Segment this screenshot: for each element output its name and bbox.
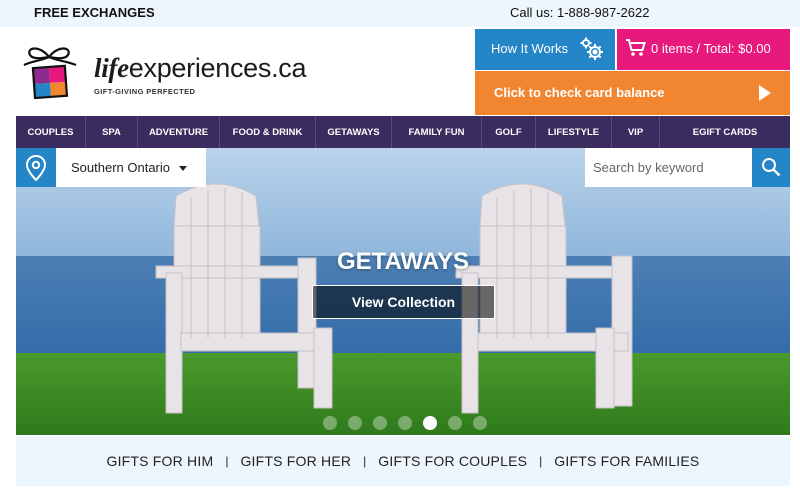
gifts-for-couples-link[interactable]: GIFTS FOR COUPLES bbox=[378, 453, 527, 469]
logo-wordmark: lifeexperiences.ca bbox=[94, 53, 307, 83]
view-collection-button[interactable]: View Collection bbox=[312, 285, 495, 319]
location-pin-icon bbox=[26, 155, 46, 181]
nav-item-spa[interactable]: SPA bbox=[86, 116, 138, 148]
location-pin-button bbox=[16, 148, 56, 187]
nav-item-vip[interactable]: VIP bbox=[612, 116, 660, 148]
location-value: Southern Ontario bbox=[71, 160, 171, 175]
gears-icon bbox=[580, 37, 603, 60]
gift-box-icon bbox=[23, 47, 77, 99]
search-input[interactable]: Search by keyword bbox=[593, 160, 704, 175]
check-balance-button[interactable]: Click to check card balance bbox=[475, 71, 790, 115]
nav-item-adventure[interactable]: ADVENTURE bbox=[138, 116, 220, 148]
gifts-for-him-link[interactable]: GIFTS FOR HIM bbox=[107, 453, 214, 469]
free-exchanges-text: FREE EXCHANGES bbox=[34, 5, 155, 20]
search-icon bbox=[762, 158, 781, 177]
nav-item-golf[interactable]: GOLF bbox=[482, 116, 536, 148]
nav-item-getaways[interactable]: GETAWAYS bbox=[316, 116, 392, 148]
top-bar: FREE EXCHANGES Call us: 1-888-987-2622 bbox=[0, 0, 800, 27]
carousel-dot[interactable] bbox=[448, 416, 462, 430]
check-balance-label: Click to check card balance bbox=[494, 85, 665, 100]
cart-summary: 0 items / Total: $0.00 bbox=[651, 41, 771, 56]
carousel-dot[interactable] bbox=[473, 416, 487, 430]
link-separator: | bbox=[225, 454, 229, 468]
how-it-works-button[interactable]: How It Works bbox=[475, 29, 615, 70]
nav-item-couples[interactable]: COUPLES bbox=[16, 116, 86, 148]
location-selector[interactable]: Southern Ontario bbox=[16, 148, 206, 187]
search-box: Search by keyword bbox=[585, 148, 790, 187]
carousel-dot[interactable] bbox=[323, 416, 337, 430]
hero-title: GETAWAYS bbox=[336, 248, 470, 275]
gifts-for-her-link[interactable]: GIFTS FOR HER bbox=[240, 453, 351, 469]
nav-item-food-drink[interactable]: FOOD & DRINK bbox=[220, 116, 316, 148]
link-separator: | bbox=[363, 454, 367, 468]
chevron-down-icon bbox=[179, 166, 187, 171]
logo-tagline: GIFT-GIVING PERFECTED bbox=[94, 87, 196, 96]
nav-item-family-fun[interactable]: FAMILY FUN bbox=[392, 116, 482, 148]
cart-button[interactable]: 0 items / Total: $0.00 bbox=[617, 29, 790, 70]
gift-links-bar: GIFTS FOR HIM | GIFTS FOR HER | GIFTS FO… bbox=[16, 436, 790, 486]
shopping-cart-icon bbox=[626, 39, 646, 56]
link-separator: | bbox=[539, 454, 543, 468]
search-button[interactable] bbox=[752, 148, 790, 187]
nav-item-egift-cards[interactable]: EGIFT CARDS bbox=[660, 116, 790, 148]
how-it-works-label: How It Works bbox=[491, 41, 569, 56]
hero-banner: Southern Ontario Search by keyword GETAW… bbox=[16, 148, 790, 435]
carousel-dot[interactable] bbox=[398, 416, 412, 430]
carousel-dot[interactable] bbox=[348, 416, 362, 430]
category-nav: COUPLES SPA ADVENTURE FOOD & DRINK GETAW… bbox=[16, 116, 790, 148]
carousel-dot[interactable] bbox=[373, 416, 387, 430]
site-header: lifeexperiences.ca GIFT-GIVING PERFECTED… bbox=[0, 27, 800, 115]
play-arrow-icon bbox=[759, 85, 771, 101]
nav-item-lifestyle[interactable]: LIFESTYLE bbox=[536, 116, 612, 148]
gifts-for-families-link[interactable]: GIFTS FOR FAMILIES bbox=[554, 453, 699, 469]
call-us-phone[interactable]: Call us: 1-888-987-2622 bbox=[510, 5, 649, 20]
carousel-dot-active[interactable] bbox=[423, 416, 437, 430]
carousel-dots bbox=[323, 416, 487, 430]
site-logo[interactable]: lifeexperiences.ca GIFT-GIVING PERFECTED bbox=[18, 43, 318, 113]
